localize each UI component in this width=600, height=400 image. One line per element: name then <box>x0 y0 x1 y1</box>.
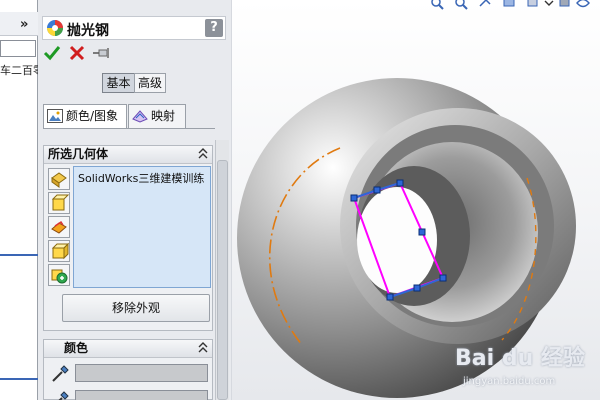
tab-mapping[interactable]: 映射 <box>128 104 186 128</box>
group-title: 颜色 <box>64 341 89 355</box>
zoom-area-icon[interactable] <box>454 0 468 10</box>
color-group: 颜色 <box>43 339 213 400</box>
selection-handle <box>439 274 447 282</box>
eyedropper-icon[interactable] <box>50 390 70 400</box>
component-filter-icon <box>51 269 68 284</box>
feature-filter-button[interactable] <box>48 216 70 238</box>
face-filter-icon <box>51 194 70 211</box>
selection-handle <box>386 293 394 301</box>
tab-color-image[interactable]: 颜色/图象 <box>43 104 127 129</box>
tree-divider <box>0 378 38 380</box>
selection-handle <box>413 284 421 292</box>
tab-divider <box>43 128 215 129</box>
scrollbar-thumb[interactable] <box>217 160 228 400</box>
feature-tree-panel <box>0 0 38 400</box>
face-filter-button[interactable] <box>48 192 70 214</box>
ok-button[interactable] <box>42 44 62 64</box>
previous-view-icon[interactable] <box>478 0 492 10</box>
group-title: 所选几何体 <box>48 147 109 161</box>
section-view-icon[interactable] <box>502 0 516 10</box>
appearance-sphere-icon <box>47 20 63 36</box>
part-filter-icon <box>51 172 67 188</box>
feature-filter-icon <box>51 220 67 234</box>
list-item[interactable]: SolidWorks三维建模训练 <box>78 170 210 186</box>
selection-handle <box>373 186 381 194</box>
tree-header <box>0 12 38 36</box>
mode-advanced-button[interactable]: 高级 <box>134 73 166 93</box>
mapping-icon <box>132 110 148 123</box>
tree-item-label[interactable]: 车二百零 <box>0 62 38 78</box>
body-filter-button[interactable] <box>48 240 70 262</box>
property-manager-scrollbar[interactable] <box>215 140 229 400</box>
part-filter-button[interactable] <box>48 168 70 190</box>
color-image-icon <box>47 109 63 123</box>
baidu-watermark: Bai du 经验 jingyan.baidu.com <box>455 340 595 396</box>
selection-handle <box>396 179 404 187</box>
color-header[interactable]: 颜色 <box>44 340 212 358</box>
tree-expand-toggle[interactable]: » <box>20 17 28 32</box>
close-icon <box>69 45 85 61</box>
page-title: 抛光钢 <box>67 23 109 39</box>
help-icon[interactable]: ? <box>205 19 223 37</box>
zoom-to-fit-icon[interactable] <box>430 0 444 10</box>
tab-label: 颜色/图象 <box>66 109 119 123</box>
tree-divider <box>0 254 38 256</box>
chevron-down-icon[interactable] <box>542 0 556 10</box>
display-style-icon[interactable] <box>558 0 572 10</box>
pin-button[interactable] <box>92 44 112 64</box>
remove-appearance-button[interactable]: 移除外观 <box>62 294 210 322</box>
watermark-url: jingyan.baidu.com <box>463 376 556 387</box>
mode-basic-button[interactable]: 基本 <box>102 73 135 93</box>
eyedropper-icon[interactable] <box>50 364 70 384</box>
selected-geometry-list[interactable]: SolidWorks三维建模训练 <box>73 166 211 288</box>
component-filter-button[interactable] <box>48 264 70 286</box>
tree-filter-field[interactable] <box>0 40 36 57</box>
body-filter-icon <box>51 242 70 260</box>
property-manager-title-bar: 抛光钢 ? <box>42 16 226 40</box>
hide-show-icon[interactable] <box>576 0 590 10</box>
pushpin-icon <box>93 48 109 58</box>
color-swatch-field[interactable] <box>75 364 208 382</box>
tab-label: 映射 <box>151 109 176 123</box>
view-orientation-icon[interactable] <box>526 0 540 10</box>
cancel-button[interactable] <box>67 44 87 64</box>
selection-handle <box>350 194 358 202</box>
checkmark-icon <box>43 46 61 61</box>
selected-geometry-group: 所选几何体 SolidWorks三维建模训练 移除外观 <box>43 145 213 331</box>
color-swatch-field[interactable] <box>75 390 208 400</box>
selected-geometry-header[interactable]: 所选几何体 <box>44 146 212 164</box>
view-toolbar <box>428 0 600 12</box>
collapse-icon[interactable] <box>198 147 208 165</box>
watermark-logo: Bai du 经验 <box>455 346 585 371</box>
collapse-icon[interactable] <box>198 341 208 359</box>
selection-handle <box>418 228 426 236</box>
